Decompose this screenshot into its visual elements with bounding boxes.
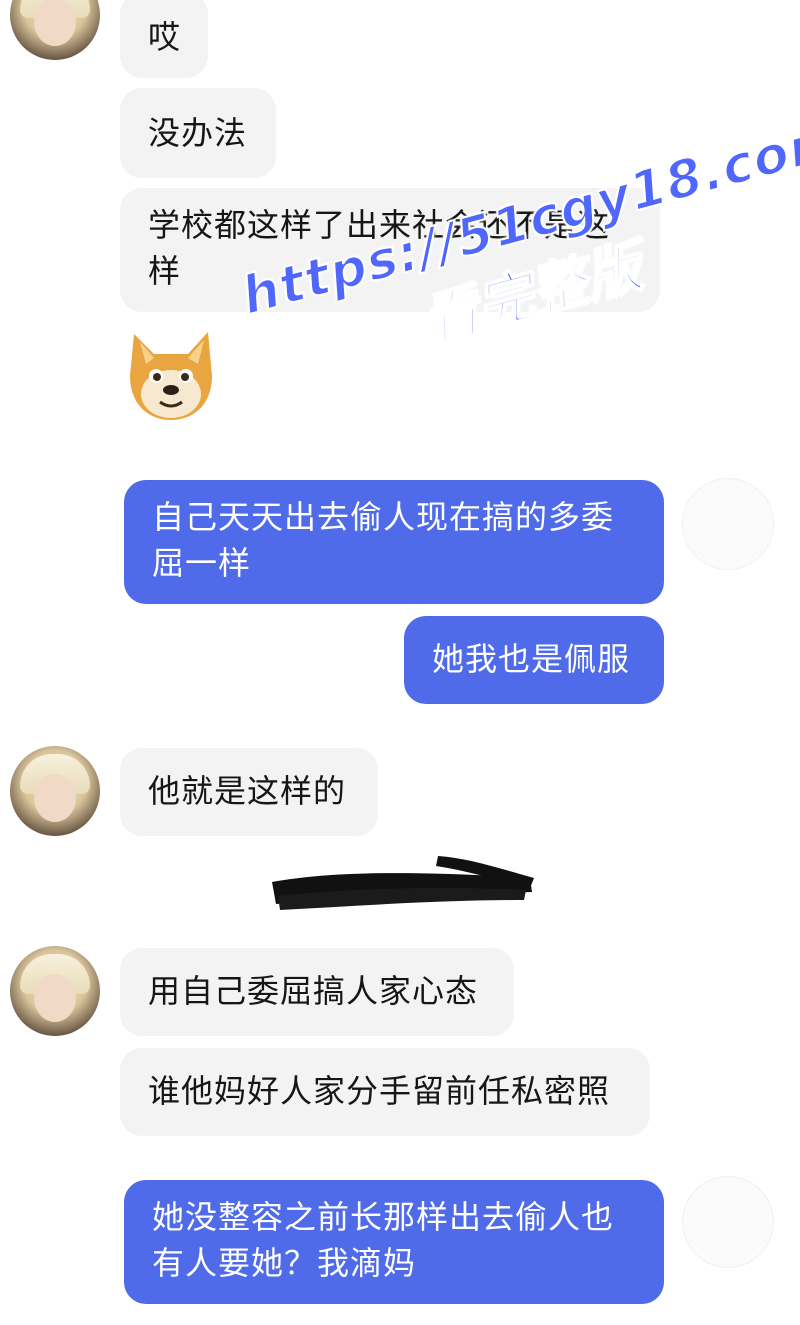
avatar-face — [34, 0, 76, 46]
contact-avatar[interactable] — [10, 946, 100, 1036]
doge-sticker[interactable] — [124, 324, 218, 422]
contact-avatar[interactable] — [10, 0, 100, 60]
message-bubble-outgoing[interactable]: 她没整容之前长那样出去偷人也 有人要她？我滴妈 — [124, 1180, 664, 1304]
message-bubble-outgoing[interactable]: 她我也是佩服 — [404, 616, 664, 704]
chat-conversation: 哎 没办法 学校都这样了出来社会还不是这 样 自己天天出去偷人现在搞的多委 屈一… — [0, 0, 800, 1325]
self-avatar[interactable] — [682, 1176, 774, 1268]
avatar-face — [34, 974, 76, 1022]
self-avatar[interactable] — [682, 478, 774, 570]
avatar-face — [34, 774, 76, 822]
message-bubble[interactable]: 学校都这样了出来社会还不是这 样 — [120, 188, 660, 312]
message-bubble[interactable]: 用自己委屈搞人家心态 — [120, 948, 514, 1036]
redaction-scribble — [272, 856, 534, 910]
message-bubble[interactable]: 他就是这样的 — [120, 748, 378, 836]
message-bubble[interactable]: 哎 — [120, 0, 208, 78]
contact-avatar[interactable] — [10, 746, 100, 836]
message-bubble-outgoing[interactable]: 自己天天出去偷人现在搞的多委 屈一样 — [124, 480, 664, 604]
message-bubble[interactable]: 谁他妈好人家分手留前任私密照 — [120, 1048, 650, 1136]
message-bubble[interactable]: 没办法 — [120, 88, 276, 178]
